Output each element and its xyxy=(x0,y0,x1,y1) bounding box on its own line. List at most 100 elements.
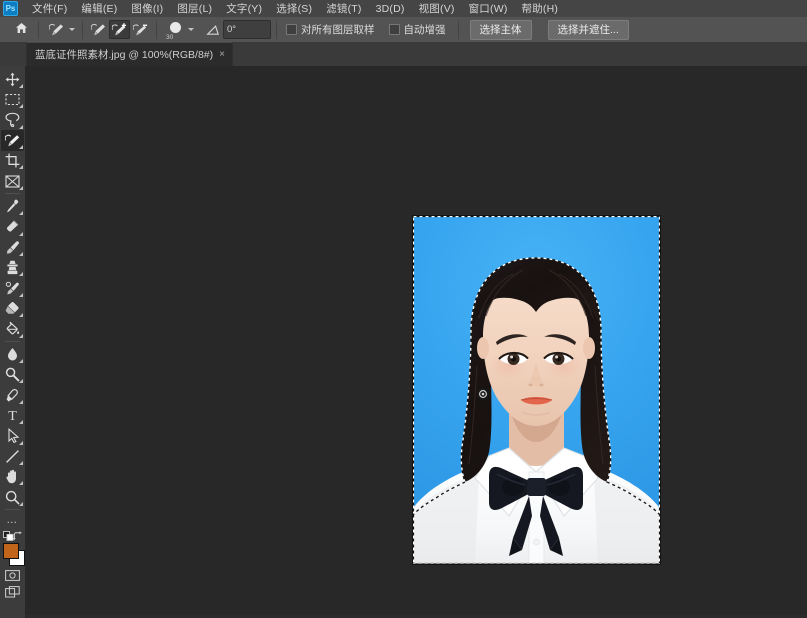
menu-edit[interactable]: 编辑(E) xyxy=(74,0,124,17)
select-and-mask-button[interactable]: 选择并遮住... xyxy=(547,19,629,40)
frame-tool[interactable] xyxy=(1,171,24,191)
options-separator-2 xyxy=(82,20,83,39)
screen-mode-button[interactable] xyxy=(1,585,24,602)
document-image[interactable] xyxy=(413,216,660,564)
select-subject-button[interactable]: 选择主体 xyxy=(469,19,532,40)
selection-mode-add[interactable] xyxy=(109,20,130,39)
quick-selection-tool-icon xyxy=(46,20,67,39)
auto-enhance-checkbox[interactable]: 自动增强 xyxy=(388,22,446,37)
tool-expand-triangle xyxy=(18,145,23,150)
clone-stamp-tool[interactable] xyxy=(1,258,24,278)
angle-icon xyxy=(202,20,223,39)
tool-expand-triangle xyxy=(18,501,23,506)
chevron-down-icon xyxy=(69,28,75,31)
menu-window[interactable]: 窗口(W) xyxy=(462,0,515,17)
svg-text:T: T xyxy=(8,409,17,422)
tool-expand-triangle xyxy=(18,420,23,425)
menu-3d[interactable]: 3D(D) xyxy=(369,2,412,16)
dodge-tool[interactable] xyxy=(1,364,24,384)
selection-mode-subtract[interactable] xyxy=(130,20,151,39)
tool-expand-triangle xyxy=(18,104,23,109)
color-controls xyxy=(0,527,25,542)
options-separator-5 xyxy=(457,20,459,39)
portrait-subject xyxy=(413,258,660,564)
menu-file[interactable]: 文件(F) xyxy=(25,0,74,17)
type-tool[interactable]: T xyxy=(1,405,24,425)
line-tool[interactable] xyxy=(1,446,24,466)
blur-tool[interactable] xyxy=(1,344,24,364)
tool-expand-triangle xyxy=(18,185,23,190)
crop-tool[interactable] xyxy=(1,151,24,171)
checkbox-box xyxy=(286,24,297,35)
quick-selection-tool[interactable] xyxy=(1,130,24,151)
sample-all-layers-label: 对所有图层取样 xyxy=(301,24,375,36)
tools-separator-3 xyxy=(5,509,20,511)
menu-select[interactable]: 选择(S) xyxy=(269,0,319,17)
tool-expand-triangle xyxy=(18,272,23,277)
rectangular-marquee-tool[interactable] xyxy=(1,89,24,109)
sample-all-layers-checkbox[interactable]: 对所有图层取样 xyxy=(286,22,375,37)
options-bar: 30 0° 对所有图层取样 自动增强 选择主体 选择并遮住... xyxy=(0,17,807,43)
tools-separator-1 xyxy=(5,193,20,195)
foreground-color-swatch[interactable] xyxy=(3,543,19,560)
history-brush-tool[interactable] xyxy=(1,278,24,298)
tool-preset-picker[interactable] xyxy=(44,19,77,40)
zoom-tool[interactable] xyxy=(1,487,24,507)
selection-mode-new[interactable] xyxy=(88,20,109,39)
photoshop-window: Ps 文件(F) 编辑(E) 图像(I) 图层(L) 文字(Y) 选择(S) 滤… xyxy=(0,0,807,618)
auto-enhance-label: 自动增强 xyxy=(403,24,446,36)
tools-panel: T … xyxy=(0,66,26,618)
lasso-tool[interactable] xyxy=(1,110,24,130)
brush-tool[interactable] xyxy=(1,237,24,257)
close-icon[interactable]: × xyxy=(219,49,225,60)
quick-mask-button[interactable] xyxy=(1,568,24,585)
checkbox-box xyxy=(388,24,400,35)
hand-tool[interactable] xyxy=(1,466,24,486)
eraser-tool[interactable] xyxy=(1,298,24,318)
home-button[interactable] xyxy=(9,20,33,40)
tool-expand-triangle xyxy=(18,165,23,170)
screen-mode-icon xyxy=(5,585,20,603)
tool-expand-triangle xyxy=(18,83,23,88)
menu-image[interactable]: 图像(I) xyxy=(124,0,170,17)
menu-layer[interactable]: 图层(L) xyxy=(170,0,219,17)
angle-input[interactable]: 0° xyxy=(223,20,271,39)
tool-expand-triangle xyxy=(18,440,23,445)
color-swatches xyxy=(0,541,25,568)
tool-expand-triangle xyxy=(18,333,23,338)
tool-expand-triangle xyxy=(18,313,23,318)
tool-expand-triangle xyxy=(18,358,23,363)
document-tab-label: 蓝底证件照素材.jpg @ 100%(RGB/8#) xyxy=(35,49,214,61)
canvas-area[interactable] xyxy=(25,66,807,615)
menu-type[interactable]: 文字(Y) xyxy=(219,0,269,17)
options-separator-3 xyxy=(156,20,157,39)
pen-tool[interactable] xyxy=(1,385,24,405)
healing-brush-tool[interactable] xyxy=(1,217,24,237)
angle-value: 0° xyxy=(227,24,237,35)
gradient-tool[interactable] xyxy=(1,319,24,339)
quick-mask-icon xyxy=(5,568,20,586)
menu-bar: Ps 文件(F) 编辑(E) 图像(I) 图层(L) 文字(Y) 选择(S) 滤… xyxy=(0,0,807,17)
edit-toolbar-button[interactable]: … xyxy=(1,512,24,527)
tool-expand-triangle xyxy=(18,231,23,236)
brush-size-picker[interactable]: 30 xyxy=(162,19,196,41)
tool-expand-triangle xyxy=(18,252,23,257)
tool-expand-triangle xyxy=(18,399,23,404)
move-tool[interactable] xyxy=(1,69,24,89)
menu-help[interactable]: 帮助(H) xyxy=(515,0,566,17)
brush-size-value: 30 xyxy=(166,34,174,41)
photoshop-logo-icon: Ps xyxy=(3,1,18,16)
tool-expand-triangle xyxy=(18,292,23,297)
home-icon xyxy=(15,21,28,39)
document-tab[interactable]: 蓝底证件照素材.jpg @ 100%(RGB/8#) × xyxy=(26,42,233,66)
menu-view[interactable]: 视图(V) xyxy=(412,0,462,17)
options-separator-1 xyxy=(38,20,39,39)
menu-filter[interactable]: 滤镜(T) xyxy=(319,0,368,17)
options-separator-4 xyxy=(276,20,277,39)
path-selection-tool[interactable] xyxy=(1,426,24,446)
brush-preview-icon: 30 xyxy=(164,19,186,41)
tool-expand-triangle xyxy=(18,124,23,129)
tool-expand-triangle xyxy=(18,211,23,216)
eyedropper-tool[interactable] xyxy=(1,196,24,216)
chevron-down-icon xyxy=(188,28,194,31)
